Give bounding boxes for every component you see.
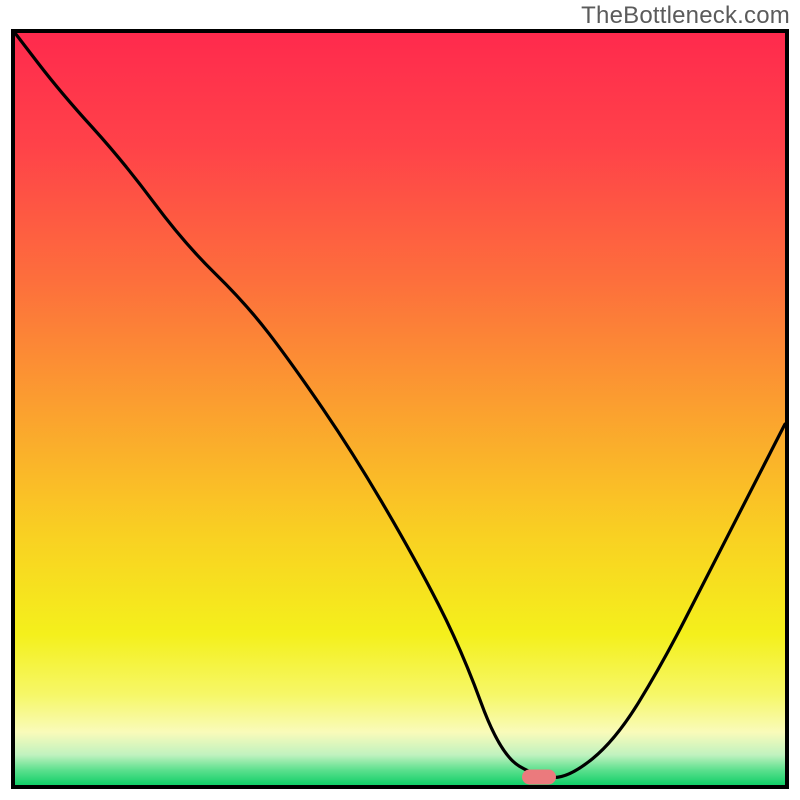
chart-container: TheBottleneck.com [0, 0, 800, 800]
curve-path [15, 33, 785, 778]
optimum-marker [522, 770, 556, 785]
watermark-text: TheBottleneck.com [581, 2, 790, 30]
bottleneck-curve [15, 33, 785, 785]
plot-frame [11, 29, 789, 789]
